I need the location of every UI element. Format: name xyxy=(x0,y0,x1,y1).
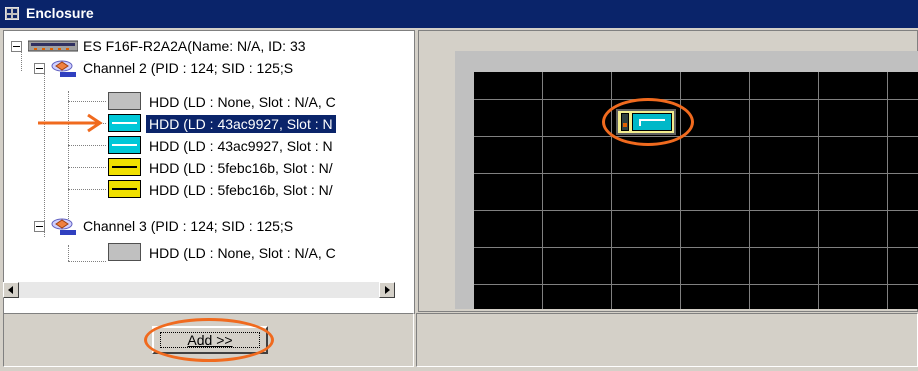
tree-item-label: HDD (LD : 43ac9927, Slot : N xyxy=(146,115,336,133)
tree-item-hdd[interactable]: HDD (LD : 5febc16b, Slot : N/ xyxy=(4,157,412,179)
window-title-bar: Enclosure xyxy=(0,0,918,28)
tree-item-label: ES F16F-R2A2A(Name: N/A, ID: 33 xyxy=(83,38,306,54)
channel-icon xyxy=(51,218,76,235)
tree-item-hdd[interactable]: HDD (LD : None, Slot : N/A, C xyxy=(4,91,412,113)
enclosure-icon xyxy=(28,40,78,52)
tree-item-enclosure[interactable]: ES F16F-R2A2A(Name: N/A, ID: 33 xyxy=(4,35,412,57)
tree-item-label: HDD (LD : None, Slot : N/A, C xyxy=(149,94,336,110)
hdd-gray-icon xyxy=(108,92,141,110)
hdd-cyan-icon xyxy=(108,114,141,132)
scroll-left-button[interactable] xyxy=(3,282,19,298)
enclosure-app-icon xyxy=(5,7,19,20)
scroll-right-button[interactable] xyxy=(379,282,395,298)
tree-item-label: HDD (LD : 5febc16b, Slot : N/ xyxy=(149,160,333,176)
device-tree[interactable]: ES F16F-R2A2A(Name: N/A, ID: 33 Channel … xyxy=(3,30,415,314)
scroll-track[interactable] xyxy=(19,282,379,298)
tree-item-label: HDD (LD : None, Slot : N/A, C xyxy=(149,245,336,261)
tree-horizontal-scrollbar[interactable] xyxy=(3,282,395,298)
tree-item-label: Channel 3 (PID : 124; SID : 125;S xyxy=(83,218,294,234)
hdd-cyan-icon xyxy=(108,136,141,154)
tree-item-hdd[interactable]: HDD (LD : 5febc16b, Slot : N/ xyxy=(4,179,412,201)
annotation-highlight-add-button xyxy=(144,318,274,362)
annotation-arrow-icon xyxy=(38,113,103,133)
arrow-left-icon xyxy=(8,286,13,294)
collapse-toggle[interactable] xyxy=(11,41,22,52)
arrow-right-icon xyxy=(385,286,390,294)
hdd-yellow-icon xyxy=(108,158,141,176)
hdd-gray-icon xyxy=(108,243,141,261)
tree-item-channel-3[interactable]: Channel 3 (PID : 124; SID : 125;S xyxy=(4,215,412,237)
collapse-toggle[interactable] xyxy=(34,63,45,74)
tree-item-label: Channel 2 (PID : 124; SID : 125;S xyxy=(83,60,294,76)
enclosure-slot-grid[interactable] xyxy=(474,72,918,309)
annotation-highlight-tile xyxy=(602,98,694,146)
tree-item-channel-2[interactable]: Channel 2 (PID : 124; SID : 125;S xyxy=(4,57,412,79)
tree-item-hdd[interactable]: HDD (LD : 43ac9927, Slot : N xyxy=(4,135,412,157)
tree-item-label: HDD (LD : 5febc16b, Slot : N/ xyxy=(149,182,333,198)
window-title: Enclosure xyxy=(26,5,94,21)
tree-item-hdd[interactable]: HDD (LD : None, Slot : N/A, C xyxy=(4,242,412,264)
hdd-yellow-icon xyxy=(108,180,141,198)
channel-icon xyxy=(51,60,76,77)
bottom-right-panel xyxy=(416,313,918,367)
tree-item-label: HDD (LD : 43ac9927, Slot : N xyxy=(149,138,333,154)
collapse-toggle[interactable] xyxy=(34,221,45,232)
